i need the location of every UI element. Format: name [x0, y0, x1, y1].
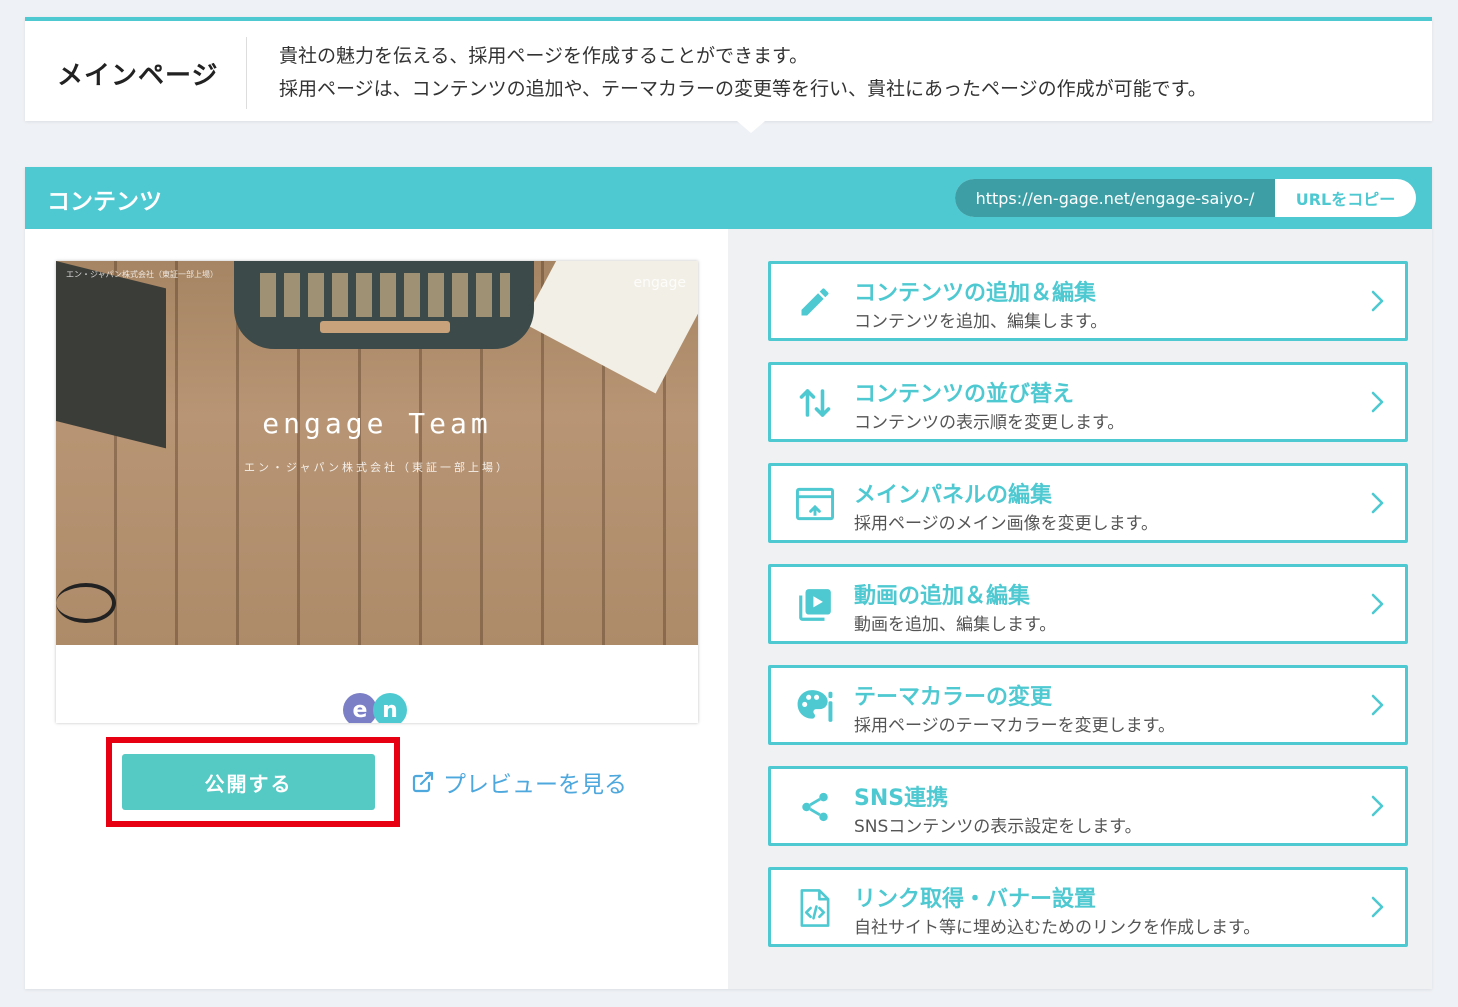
menu-item-desc: 採用ページのメイン画像を変更します。: [854, 514, 1158, 534]
content-panel: コンテンツ https://en-gage.net/engage-saiyo-/…: [25, 167, 1432, 989]
page-info-card: メインページ 貴社の魅力を伝える、採用ページを作成することができます。 採用ペー…: [25, 17, 1432, 133]
panel-title: コンテンツ: [47, 189, 162, 215]
menu-item-desc: 動画を追加、編集します。: [854, 615, 1057, 635]
callout-caret: [737, 121, 765, 133]
page-description: 貴社の魅力を伝える、採用ページを作成することができます。 採用ページは、コンテン…: [279, 40, 1207, 106]
menu-item-desc: SNSコンテンツの表示設定をします。: [854, 817, 1142, 837]
menu-item-video[interactable]: 動画の追加＆編集 動画を追加、編集します。: [768, 564, 1408, 644]
glasses-shape: [56, 583, 116, 623]
menu-item-title: リンク取得・バナー設置: [854, 887, 1097, 912]
preview-badge: エン・ジャパン株式会社（東証一部上場）: [66, 270, 218, 279]
chevron-right-icon: [1371, 290, 1384, 312]
chevron-right-icon: [1371, 492, 1384, 514]
menu-item-title: テーマカラーの変更: [854, 685, 1053, 710]
video-icon: [795, 585, 835, 625]
publish-button[interactable]: 公開する: [122, 754, 375, 810]
menu-item-content-edit[interactable]: コンテンツの追加＆編集 コンテンツを追加、編集します。: [768, 261, 1408, 341]
preview-link-label: プレビューを見る: [443, 772, 627, 798]
preview-main-image: エン・ジャパン株式会社（東証一部上場） engage engage Team エ…: [56, 261, 698, 645]
description-line-2: 採用ページは、コンテンツの追加や、テーマカラーの変更等を行い、貴社にあったページ…: [279, 78, 1207, 100]
preview-main-text: engage Team: [262, 407, 492, 440]
sort-arrows-icon: [795, 383, 835, 423]
menu-item-sns[interactable]: SNS連携 SNSコンテンツの表示設定をします。: [768, 766, 1408, 846]
chevron-right-icon: [1371, 795, 1384, 817]
share-icon: [795, 787, 835, 827]
en-logo-e: e: [343, 693, 377, 723]
chevron-right-icon: [1371, 694, 1384, 716]
page-url[interactable]: https://en-gage.net/engage-saiyo-/: [955, 179, 1275, 217]
menu-item-desc: コンテンツの表示順を変更します。: [854, 413, 1125, 433]
main-panel-icon: [795, 484, 835, 524]
menu-item-title: 動画の追加＆編集: [854, 584, 1031, 609]
menu-item-main-panel[interactable]: メインパネルの編集 採用ページのメイン画像を変更します。: [768, 463, 1408, 543]
menu-item-title: コンテンツの並び替え: [854, 382, 1075, 407]
menu-item-title: メインパネルの編集: [854, 483, 1053, 508]
url-box: https://en-gage.net/engage-saiyo-/ URLをコ…: [955, 179, 1416, 217]
page-title: メインページ: [57, 61, 219, 91]
en-logo: e n: [343, 693, 411, 723]
chevron-right-icon: [1371, 391, 1384, 413]
copy-url-button[interactable]: URLをコピー: [1275, 179, 1416, 217]
menu-item-desc: 自社サイト等に埋め込むためのリンクを作成します。: [854, 918, 1261, 938]
pencil-icon: [795, 282, 835, 322]
palette-icon: [795, 686, 835, 726]
description-line-1: 貴社の魅力を伝える、採用ページを作成することができます。: [279, 45, 809, 67]
preview-sub-text: エン・ジャパン株式会社（東証一部上場）: [244, 461, 510, 474]
chevron-right-icon: [1371, 896, 1384, 918]
menu-item-title: SNS連携: [854, 786, 949, 811]
divider: [246, 37, 247, 109]
external-link-icon: [412, 771, 434, 793]
chevron-right-icon: [1371, 593, 1384, 615]
menu-item-content-sort[interactable]: コンテンツの並び替え コンテンツの表示順を変更します。: [768, 362, 1408, 442]
menu-item-desc: コンテンツを追加、編集します。: [854, 312, 1108, 332]
typewriter-shape: [234, 261, 534, 349]
code-file-icon: [795, 888, 835, 928]
en-logo-n: n: [373, 693, 407, 723]
preview-logo: engage: [633, 275, 686, 291]
menu-item-link-banner[interactable]: リンク取得・バナー設置 自社サイト等に埋め込むためのリンクを作成します。: [768, 867, 1408, 947]
menu-item-desc: 採用ページのテーマカラーを変更します。: [854, 716, 1175, 736]
page-preview-thumbnail: エン・ジャパン株式会社（東証一部上場） engage engage Team エ…: [56, 261, 698, 723]
menu-item-title: コンテンツの追加＆編集: [854, 281, 1097, 306]
panel-header: コンテンツ https://en-gage.net/engage-saiyo-/…: [25, 167, 1432, 229]
menu-area: コンテンツの追加＆編集 コンテンツを追加、編集します。 コンテンツの並び替え コ…: [728, 229, 1432, 989]
menu-item-theme-color[interactable]: テーマカラーの変更 採用ページのテーマカラーを変更します。: [768, 665, 1408, 745]
preview-link[interactable]: プレビューを見る: [411, 765, 627, 799]
